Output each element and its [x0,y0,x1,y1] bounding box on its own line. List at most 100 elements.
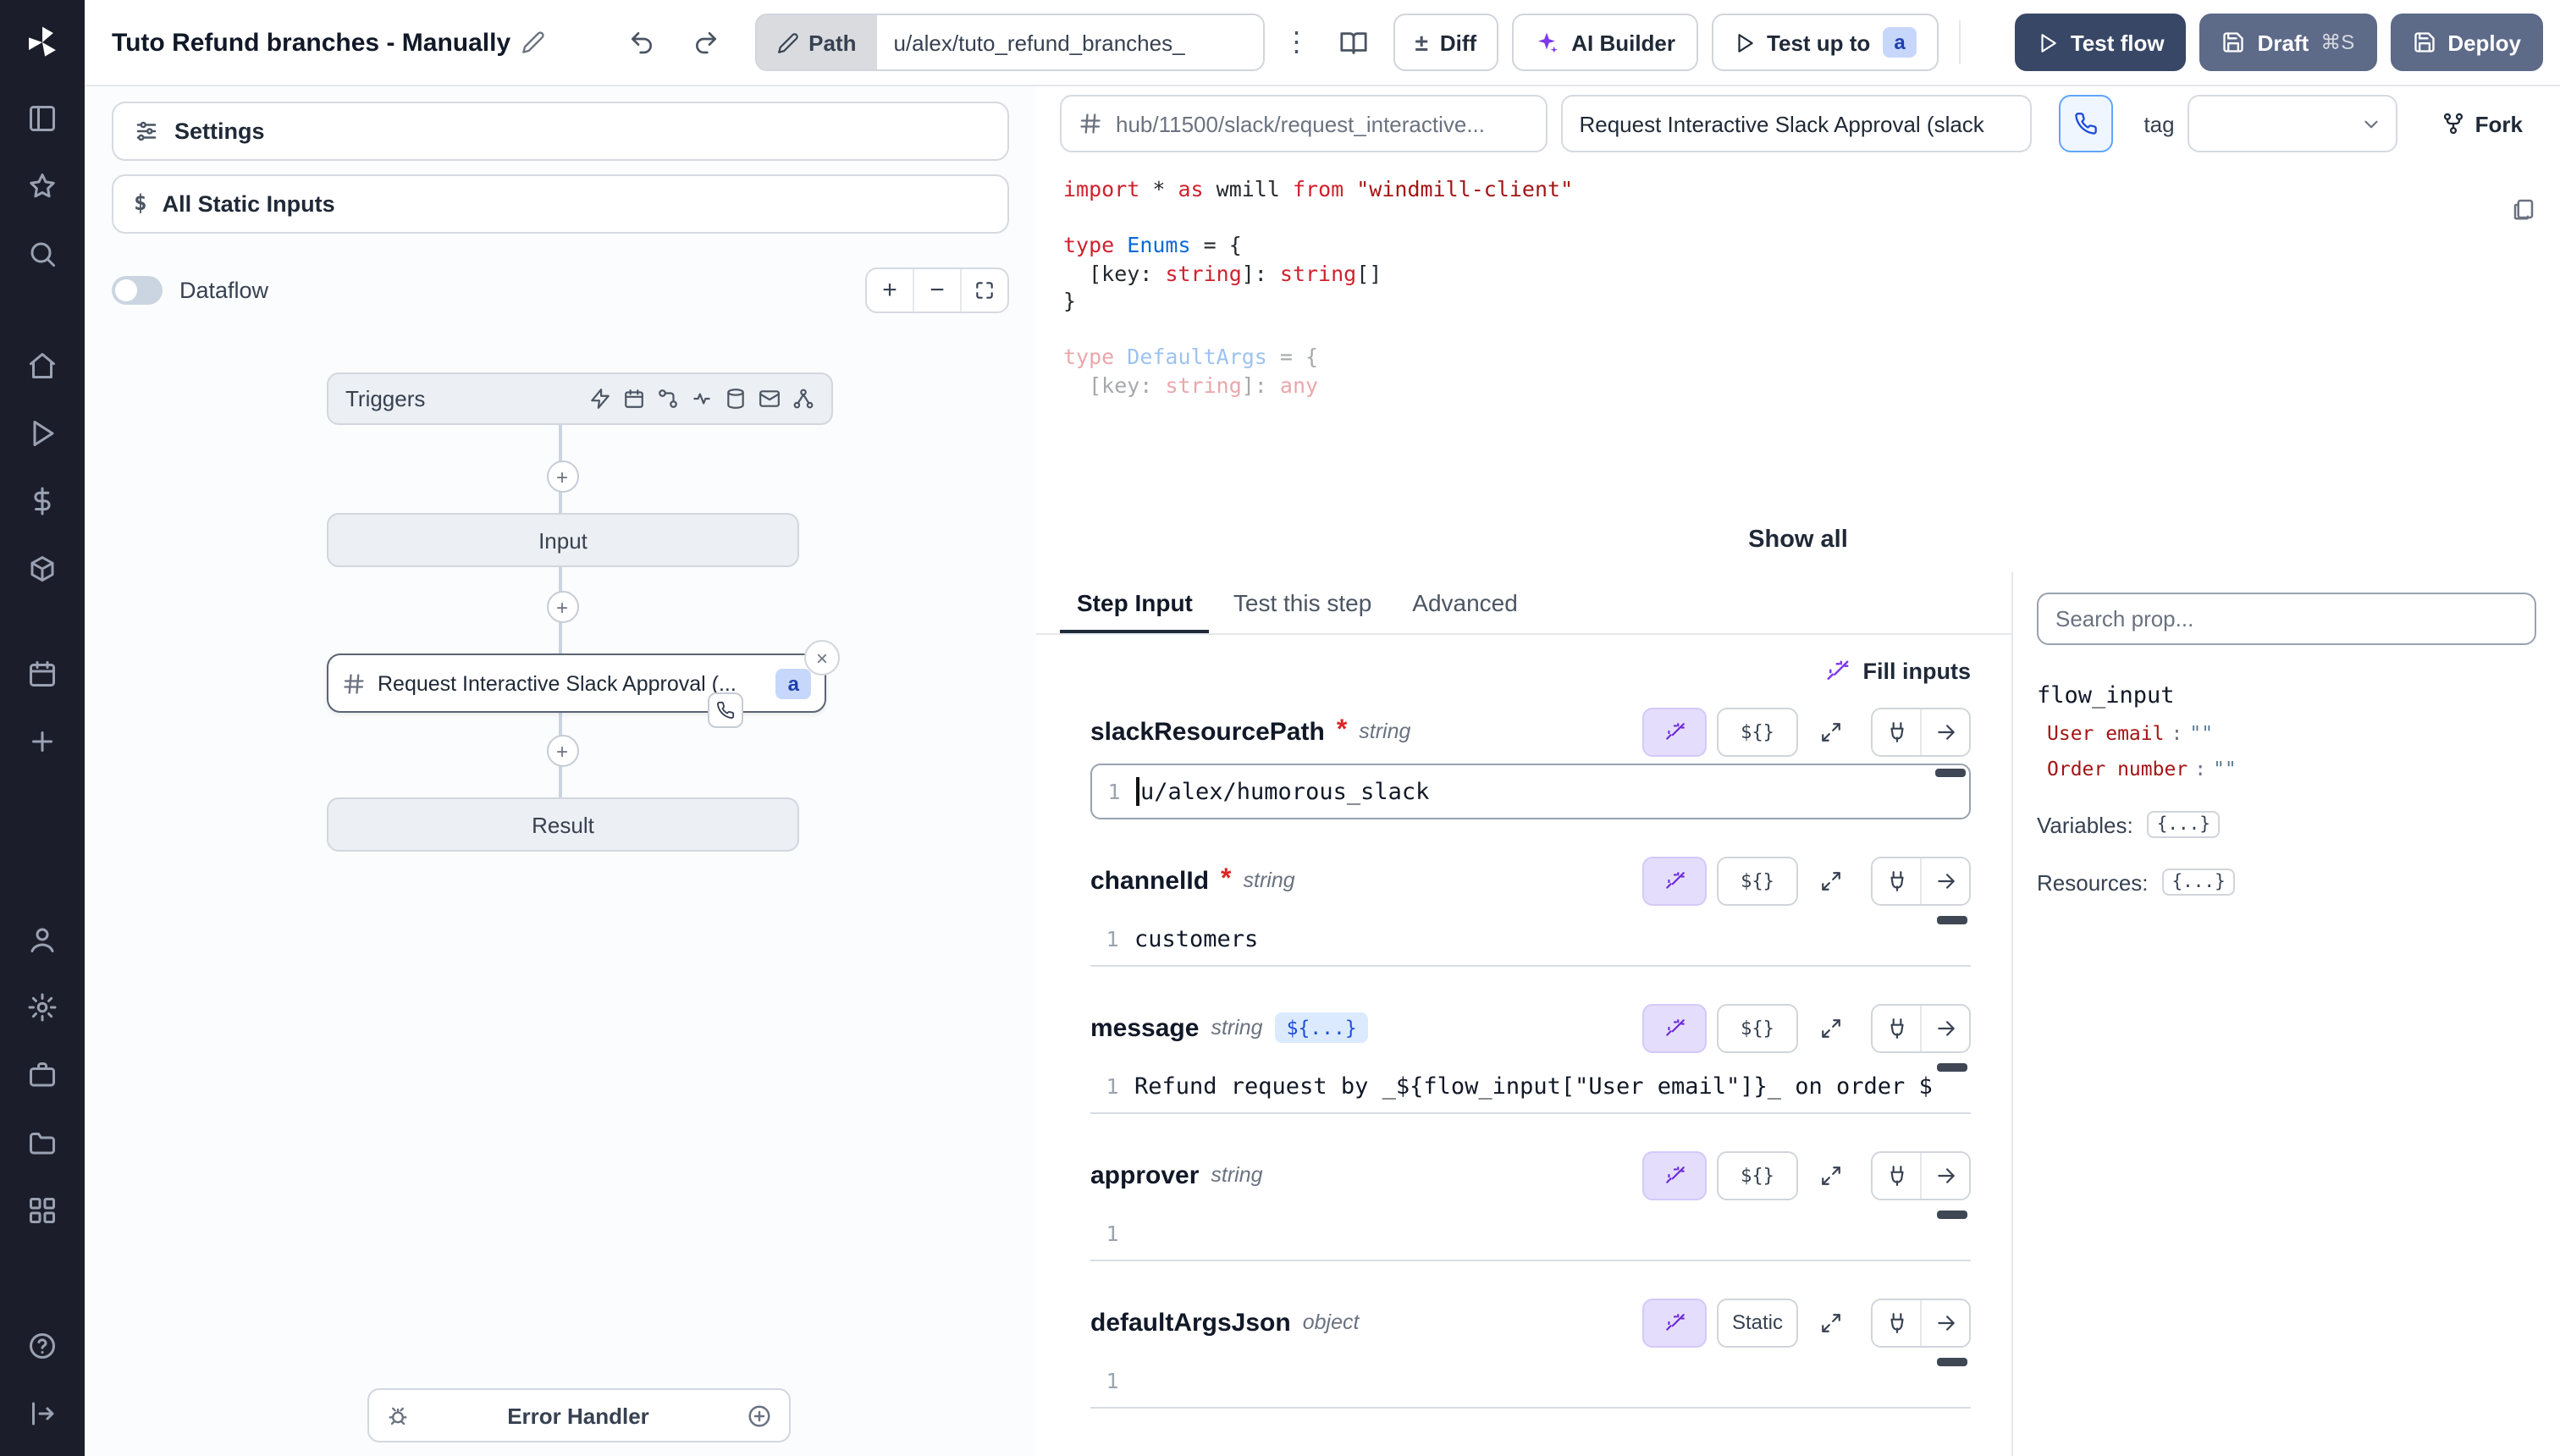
suspend-phone-badge[interactable] [708,692,743,728]
ai-fill-button[interactable] [1642,856,1707,905]
dataflow-toggle[interactable] [112,275,163,304]
ai-fill-button[interactable] [1642,707,1707,756]
plug-button[interactable] [1873,1005,1920,1051]
path-chip[interactable]: Path [756,15,876,69]
home-icon[interactable] [14,337,71,394]
field-editor[interactable]: 1 Refund request by _${flow_input["User … [1090,1060,1971,1114]
ai-fill-button[interactable] [1642,1150,1707,1200]
static-mode-button[interactable]: Static [1717,1298,1798,1347]
plug-button[interactable] [1873,1152,1920,1198]
email-trigger-icon[interactable] [759,388,781,410]
all-static-inputs-row[interactable]: $ All Static Inputs [112,174,1009,234]
path-input[interactable] [877,15,1263,69]
edit-title-pencil-icon[interactable] [521,30,544,54]
resources-icon[interactable] [14,540,71,598]
copy-code-button[interactable] [2511,196,2536,222]
add-step-connector[interactable]: + [546,591,578,623]
undo-button[interactable] [615,17,666,68]
expand-editor-button[interactable] [1808,1152,1854,1198]
ai-fill-button[interactable] [1642,1298,1707,1347]
triggers-node[interactable]: Triggers [327,372,833,425]
workers-briefcase-icon[interactable] [14,1046,71,1104]
step-summary-input[interactable] [1560,95,2032,152]
search-prop-input[interactable] [2037,593,2536,645]
slack-approval-step-node[interactable]: Request Interactive Slack Approval (... … [327,654,826,713]
remove-step-button[interactable]: × [804,640,840,676]
arrow-apply-button[interactable] [1920,1299,1969,1345]
kafka-network-icon[interactable] [792,388,814,410]
windmill-logo[interactable] [0,0,85,85]
schedules-calendar-icon[interactable] [14,645,71,703]
add-error-handler-icon[interactable] [747,1403,772,1428]
expand-editor-button[interactable] [1808,858,1854,903]
code-preview[interactable]: import * as wmill from "windmill-client"… [1036,163,2560,508]
resources-braces-chip[interactable]: {...} [2162,869,2236,896]
tag-select[interactable] [2188,95,2397,152]
ai-fill-button[interactable] [1642,1003,1707,1052]
tab-step-input[interactable]: Step Input [1060,576,1210,633]
expand-editor-button[interactable] [1808,1005,1854,1051]
favorites-star-icon[interactable] [14,157,71,215]
plug-button[interactable] [1873,1299,1920,1345]
result-node[interactable]: Result [327,797,799,852]
docs-book-button[interactable] [1329,17,1380,68]
schedule-calendar-icon[interactable] [623,388,645,410]
websocket-icon[interactable] [691,388,713,410]
arrow-apply-button[interactable] [1920,709,1969,754]
variables-braces-chip[interactable]: {...} [2147,811,2221,838]
ai-builder-button[interactable]: AI Builder [1512,14,1697,71]
add-icon[interactable] [14,713,71,770]
expand-rail-icon[interactable] [14,1385,71,1442]
flow-input-section[interactable]: flow_input [2037,682,2536,709]
runs-icon[interactable] [14,405,71,462]
tab-advanced[interactable]: Advanced [1395,576,1535,633]
plug-button[interactable] [1873,858,1920,903]
prop-order-number[interactable]: Order number:"" [2037,757,2536,780]
hub-script-path[interactable]: hub/11500/slack/request_interactive... [1060,95,1547,152]
fill-inputs-button[interactable]: Fill inputs [1826,658,1972,683]
diff-button[interactable]: ± Diff [1393,14,1499,71]
input-node[interactable]: Input [327,513,799,567]
more-menu-button[interactable]: ⋮ [1278,17,1316,68]
fit-view-button[interactable] [960,268,1007,311]
expr-mode-button[interactable]: ${} [1717,707,1798,756]
add-step-connector[interactable]: + [546,461,578,493]
search-icon[interactable] [14,225,71,283]
suspend-approval-button[interactable] [2059,95,2113,152]
zoom-out-button[interactable]: − [913,268,960,311]
deploy-button[interactable]: Deploy [2390,14,2543,71]
expr-mode-button[interactable]: ${} [1717,1150,1798,1200]
flow-settings-row[interactable]: Settings [112,102,1009,161]
settings-gear-icon[interactable] [14,979,71,1036]
http-route-icon[interactable] [657,388,679,410]
show-all-button[interactable]: Show all [1728,518,1868,562]
expand-editor-button[interactable] [1808,1299,1854,1345]
apps-grid-icon[interactable] [14,1182,71,1239]
expr-mode-button[interactable]: ${} [1717,856,1798,905]
test-up-to-button[interactable]: Test up to a [1711,14,1939,71]
user-icon[interactable] [14,911,71,968]
draft-button[interactable]: Draft ⌘S [2200,14,2377,71]
prop-user-email[interactable]: User email:"" [2037,721,2536,745]
field-editor[interactable]: 1 u/alex/humorous_slack [1090,764,1971,819]
variables-row[interactable]: Variables: {...} [2037,811,2536,838]
tab-test-this-step[interactable]: Test this step [1217,576,1388,633]
error-handler-node[interactable]: Error Handler [367,1388,791,1442]
folders-icon[interactable] [14,1114,71,1172]
arrow-apply-button[interactable] [1920,858,1969,903]
arrow-apply-button[interactable] [1920,1152,1969,1198]
test-flow-button[interactable]: Test flow [2015,14,2187,71]
expand-editor-button[interactable] [1808,709,1854,754]
field-editor[interactable]: 1 [1090,1354,1971,1409]
plug-button[interactable] [1873,709,1920,754]
field-editor[interactable]: 1 [1090,1207,1971,1261]
webhook-zap-icon[interactable] [589,388,611,410]
zoom-in-button[interactable]: + [867,268,913,311]
add-step-connector[interactable]: + [546,735,578,767]
resources-row[interactable]: Resources: {...} [2037,869,2536,896]
expr-mode-button[interactable]: ${} [1717,1003,1798,1052]
arrow-apply-button[interactable] [1920,1005,1969,1051]
help-icon[interactable] [14,1317,71,1375]
panels-icon[interactable] [14,90,71,147]
fork-button[interactable]: Fork [2428,101,2536,146]
